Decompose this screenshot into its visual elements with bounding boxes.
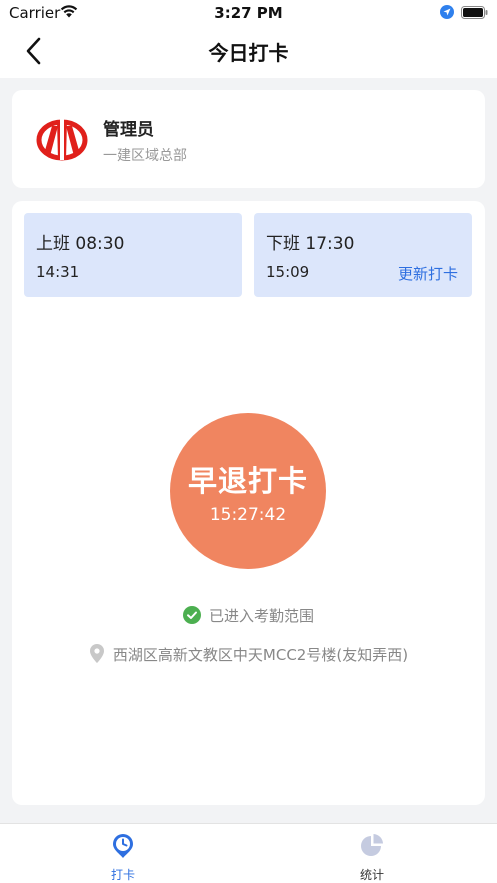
address-line: 西湖区高新文教区中天MCC2号楼(友知弄西) <box>12 644 485 665</box>
shift-start-label: 上班 08:30 <box>36 234 125 254</box>
pie-chart-icon <box>361 834 383 856</box>
battery-icon <box>461 6 488 19</box>
early-leave-punch-button[interactable]: 早退打卡 15:27:42 <box>170 413 326 569</box>
shift-end-punched-time: 15:09 <box>266 263 310 281</box>
check-circle-icon <box>182 606 201 624</box>
shift-end-label: 下班 17:30 <box>266 234 355 254</box>
profile-card: 管理员 一建区域总部 <box>12 90 485 188</box>
address-text: 西湖区高新文教区中天MCC2号楼(友知弄西) <box>112 646 409 664</box>
punch-button-label: 早退打卡 <box>187 464 308 498</box>
shift-end-box: 下班 17:30 15:09 更新打卡 <box>254 213 472 297</box>
tab-stats[interactable]: 统计 <box>312 824 432 883</box>
update-punch-link[interactable]: 更新打卡 <box>398 263 458 284</box>
top-area: Carrier 3:27 PM 今日打卡 <box>0 0 497 78</box>
range-status: 已进入考勤范围 <box>12 605 485 626</box>
shift-start-punched-time: 14:31 <box>36 263 80 281</box>
shift-start-box: 上班 08:30 14:31 <box>24 213 242 297</box>
location-arrow-icon <box>440 5 454 19</box>
status-time: 3:27 PM <box>214 4 283 22</box>
tab-punch-label: 打卡 <box>110 868 135 882</box>
tab-bar: 打卡 统计 <box>0 823 497 883</box>
nav-bar: 今日打卡 <box>0 24 497 78</box>
tab-stats-label: 统计 <box>359 868 384 882</box>
company-logo-icon <box>36 118 88 161</box>
attendance-card: 上班 08:30 14:31 下班 17:30 15:09 更新打卡 早退打卡 … <box>12 201 485 805</box>
department-name: 一建区域总部 <box>103 148 187 164</box>
range-status-text: 已进入考勤范围 <box>208 607 314 625</box>
tab-punch[interactable]: 打卡 <box>63 824 183 883</box>
clock-pin-icon <box>113 834 133 858</box>
page-title: 今日打卡 <box>208 41 289 65</box>
punch-current-time: 15:27:42 <box>209 505 287 525</box>
status-bar: Carrier 3:27 PM <box>0 0 497 24</box>
map-pin-icon <box>89 644 104 663</box>
user-name: 管理员 <box>103 120 154 140</box>
